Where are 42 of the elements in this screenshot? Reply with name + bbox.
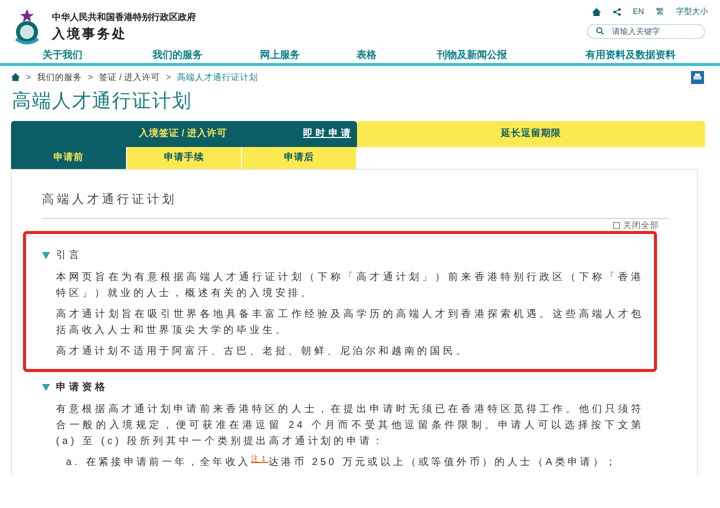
paragraph: 有意根据高才通计划申请前来香港特区的人士，在提出申请时无须已在香港特区觅得工作。他们只须符合一般的入境规定，便可获准在港逗留 24 个月而不受其他逗留条件限制。申请人可以选择按下文第 (a) 至 (c) 段所列其中一个类别提出高才通计划的申请：: [56, 402, 644, 449]
page-title: 高端人才通行证计划: [11, 90, 193, 114]
breadcrumb-link[interactable]: 我们的服务: [36, 70, 82, 84]
nav-link[interactable]: 关于我们: [42, 48, 82, 63]
breadcrumb-link[interactable]: 签证 / 进入许可: [98, 70, 160, 84]
breadcrumb-separator: >: [166, 70, 171, 84]
breadcrumb-separator: >: [88, 70, 93, 84]
nav-link[interactable]: 有用资料及数据资料: [586, 48, 676, 63]
nav-link[interactable]: 刊物及新闻公报: [437, 48, 507, 63]
home-icon[interactable]: [592, 8, 601, 16]
checkbox[interactable]: [613, 222, 620, 228]
sub-tab[interactable]: 申请手续: [126, 147, 241, 169]
agency-name: 入境事务处: [52, 25, 128, 43]
agency-parent-name: 中华人民共和国香港特别行政区政府: [52, 10, 196, 24]
card-title: 高端人才通行证计划: [42, 191, 178, 208]
language-link[interactable]: EN: [632, 6, 644, 18]
search-icon: [596, 27, 604, 35]
section-title[interactable]: 引言: [56, 248, 82, 262]
list-item-text: 在紧接申请前一年，全年收入$^{注1}$达港币 250 万元或以上（或等值外币）的人士（A类申请）；: [86, 455, 618, 470]
search-field[interactable]: 请输入关键字: [587, 24, 705, 39]
language-link[interactable]: 字型大小: [676, 6, 708, 18]
triangle-icon[interactable]: [42, 252, 50, 258]
nav-link[interactable]: 我们的服务: [152, 48, 202, 63]
emblem-logo[interactable]: [12, 9, 42, 45]
section-title[interactable]: 申请资格: [56, 380, 108, 394]
paragraph: 高才通计划不适用于阿富汗、古巴、老挝、朝鲜、尼泊尔和越南的国民。: [56, 344, 470, 359]
main-tab[interactable]: 延长逗留期限: [357, 121, 705, 147]
paragraph: 高才通计划旨在吸引世界各地具备丰富工作经验及高学历的高端人才到香港探索机遇。这些高端人才包括高收入人士和世界顶尖大学的毕业生。: [56, 308, 644, 338]
breadcrumb-separator: >: [26, 70, 31, 84]
share-icon[interactable]: [612, 8, 621, 16]
language-link[interactable]: 繁: [656, 6, 664, 18]
nav-link[interactable]: 网上服务: [260, 48, 300, 63]
collapse-all-label[interactable]: 关闭全部: [623, 220, 659, 230]
nav-link[interactable]: 表格: [356, 48, 376, 63]
apply-now-link[interactable]: 即 时 申 请: [303, 127, 351, 142]
paragraph: 本网页旨在为有意根据高端人才通行证计划（下称「高才通计划」）前来香港特别行政区（下称「香港特区」）就业的人士，概述有关的入境安排。: [56, 270, 644, 301]
sub-tab[interactable]: 申请后: [241, 147, 356, 169]
sub-tab[interactable]: 申请前: [11, 147, 126, 169]
home-icon[interactable]: [11, 73, 20, 81]
list-marker: a.: [66, 456, 80, 470]
print-icon[interactable]: [691, 70, 704, 84]
triangle-icon[interactable]: [42, 384, 50, 390]
